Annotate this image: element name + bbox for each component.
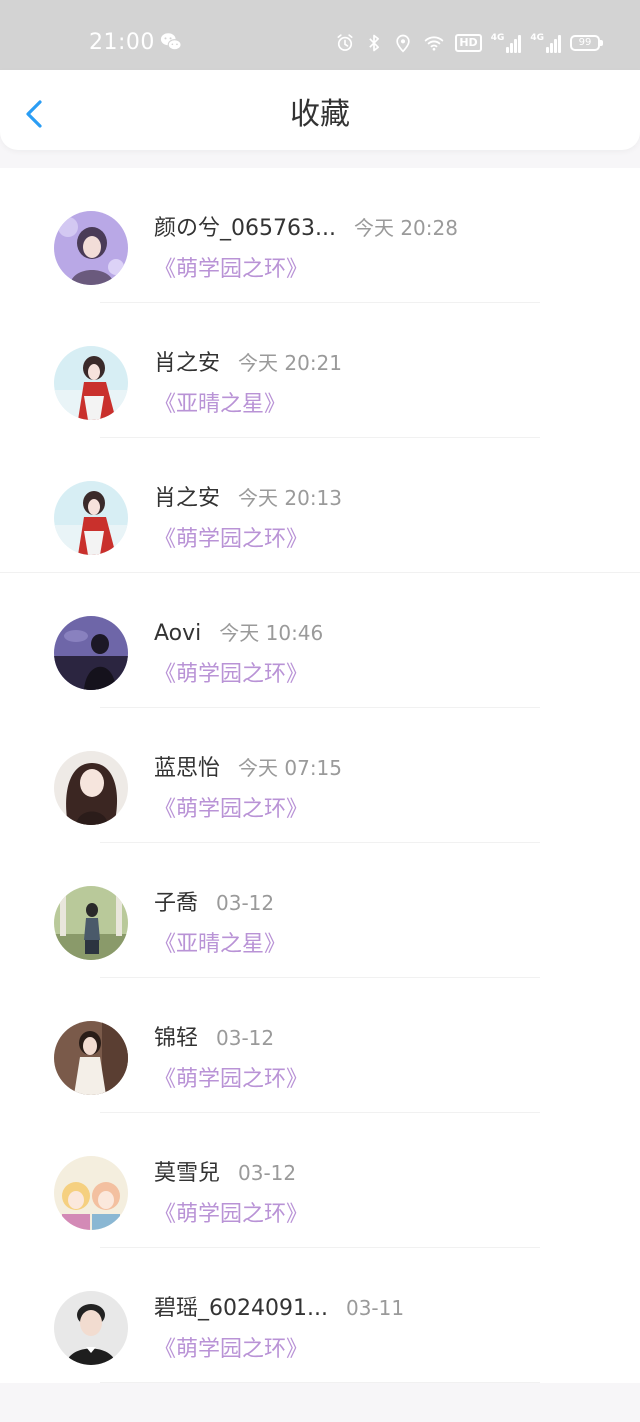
status-time: 21:00: [89, 30, 155, 55]
user-name[interactable]: 子喬: [154, 890, 198, 918]
user-name[interactable]: Aovi: [154, 620, 201, 648]
book-title[interactable]: 《萌学园之环》: [154, 1336, 308, 1364]
avatar[interactable]: [54, 1021, 128, 1095]
user-name[interactable]: 蓝思怡: [154, 755, 220, 783]
signal-1-icon: 4G: [491, 33, 522, 53]
book-title[interactable]: 《萌学园之环》: [154, 526, 308, 554]
book-title[interactable]: 《萌学园之环》: [154, 796, 308, 824]
list-item[interactable]: 子喬 03-12 《亚晴之星》: [0, 843, 640, 978]
item-header: 颜の兮_065763... 今天 20:28: [154, 214, 458, 243]
favorites-list: 颜の兮_065763... 今天 20:28 《萌学园之环》 肖之安 今天 20…: [0, 168, 640, 1383]
user-name[interactable]: 肖之安: [154, 350, 220, 378]
item-header: 碧瑶_6024091... 03-11: [154, 1294, 404, 1323]
list-item[interactable]: 锦轻 03-12 《萌学园之环》: [0, 978, 640, 1113]
timestamp: 03-12: [216, 891, 275, 915]
hd-indicator: HD: [455, 34, 482, 52]
user-name[interactable]: 碧瑶_6024091...: [154, 1295, 328, 1323]
timestamp: 今天 20:21: [238, 351, 343, 375]
book-title[interactable]: 《亚晴之星》: [154, 931, 286, 959]
book-title[interactable]: 《萌学园之环》: [154, 661, 308, 689]
item-header: 肖之安 今天 20:13: [154, 484, 342, 513]
item-header: 莫雪兒 03-12: [154, 1159, 296, 1188]
list-item[interactable]: 莫雪兒 03-12 《萌学园之环》: [0, 1113, 640, 1248]
item-header: 蓝思怡 今天 07:15: [154, 754, 342, 783]
timestamp: 今天 20:13: [238, 486, 343, 510]
timestamp: 03-12: [216, 1026, 275, 1050]
timestamp: 今天 07:15: [238, 756, 343, 780]
user-name[interactable]: 肖之安: [154, 485, 220, 513]
page-title: 收藏: [290, 97, 350, 132]
list-item[interactable]: 肖之安 今天 20:13 《萌学园之环》: [0, 438, 640, 573]
wifi-icon: [425, 36, 444, 51]
book-title[interactable]: 《亚晴之星》: [154, 391, 286, 419]
status-icons: HD 4G 4G 99: [335, 29, 603, 57]
avatar[interactable]: [54, 1156, 128, 1230]
list-item[interactable]: 肖之安 今天 20:21 《亚晴之星》: [0, 303, 640, 438]
avatar[interactable]: [54, 211, 128, 285]
book-title[interactable]: 《萌学园之环》: [154, 1201, 308, 1229]
timestamp: 今天 10:46: [219, 621, 324, 645]
list-item[interactable]: Aovi 今天 10:46 《萌学园之环》: [0, 573, 640, 708]
timestamp: 03-12: [238, 1161, 297, 1185]
list-item[interactable]: 颜の兮_065763... 今天 20:28 《萌学园之环》: [0, 168, 640, 303]
bluetooth-icon: [369, 34, 380, 52]
item-header: 锦轻 03-12: [154, 1024, 274, 1053]
item-header: Aovi 今天 10:46: [154, 619, 323, 648]
user-name[interactable]: 莫雪兒: [154, 1160, 220, 1188]
status-bar: 21:00 HD 4G 4G 99: [0, 0, 640, 70]
user-name[interactable]: 锦轻: [154, 1025, 198, 1053]
item-header: 子喬 03-12: [154, 889, 274, 918]
avatar[interactable]: [54, 616, 128, 690]
location-icon: [396, 34, 411, 53]
signal-2-icon: 4G: [530, 33, 561, 53]
list-item[interactable]: 碧瑶_6024091... 03-11 《萌学园之环》: [0, 1248, 640, 1383]
list-item[interactable]: 蓝思怡 今天 07:15 《萌学园之环》: [0, 708, 640, 843]
user-name[interactable]: 颜の兮_065763...: [154, 215, 336, 243]
avatar[interactable]: [54, 886, 128, 960]
timestamp: 今天 20:28: [353, 216, 458, 240]
avatar[interactable]: [54, 751, 128, 825]
avatar[interactable]: [54, 1291, 128, 1365]
item-header: 肖之安 今天 20:21: [154, 349, 342, 378]
divider: [100, 1382, 540, 1383]
header: 收藏: [0, 70, 640, 150]
book-title[interactable]: 《萌学园之环》: [154, 256, 308, 284]
alarm-icon: [337, 34, 353, 51]
timestamp: 03-11: [345, 1296, 405, 1320]
avatar[interactable]: [54, 481, 128, 555]
screen: 21:00 HD 4G 4G 99 收藏 颜の兮_065763... 今天 20…: [0, 0, 640, 1422]
wechat-icon: [160, 33, 182, 51]
avatar[interactable]: [54, 346, 128, 420]
book-title[interactable]: 《萌学园之环》: [154, 1066, 308, 1094]
battery-icon: 99: [570, 35, 603, 51]
